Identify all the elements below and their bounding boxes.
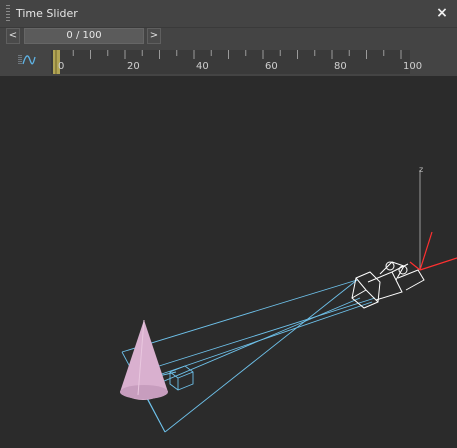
previous-frame-button[interactable]: < bbox=[6, 28, 20, 44]
curve-editor-icon[interactable] bbox=[18, 52, 36, 66]
ruler-ticks bbox=[53, 50, 402, 74]
scene-canvas: z bbox=[120, 165, 457, 433]
z-axis-label: z bbox=[419, 165, 423, 174]
ruler-tick-label: 0 bbox=[58, 61, 65, 72]
timeline-ruler[interactable]: 0 20 40 60 80 100 bbox=[51, 50, 422, 74]
close-button[interactable]: × bbox=[435, 4, 449, 22]
title-bar: Time Slider × bbox=[0, 0, 457, 28]
frame-counter-slider[interactable]: 0 / 100 bbox=[24, 28, 144, 44]
time-controls: < 0 / 100 > bbox=[0, 28, 457, 48]
axis-gizmo: z bbox=[409, 165, 457, 271]
camera[interactable] bbox=[351, 261, 425, 309]
window-title: Time Slider bbox=[16, 7, 78, 20]
ruler-tick-label: 60 bbox=[265, 61, 278, 72]
ruler-tick-label: 100 bbox=[403, 61, 423, 72]
timeline-track: 0 20 40 60 80 100 bbox=[0, 48, 457, 76]
cone[interactable] bbox=[120, 319, 168, 400]
3d-viewport[interactable]: z bbox=[0, 76, 457, 448]
drag-grip-icon[interactable] bbox=[6, 5, 10, 22]
ruler-tick-label: 20 bbox=[127, 61, 140, 72]
ruler-tick-label: 40 bbox=[196, 61, 209, 72]
next-frame-button[interactable]: > bbox=[147, 28, 161, 44]
frustum-lines bbox=[121, 279, 376, 433]
ruler-tick-label: 80 bbox=[334, 61, 347, 72]
